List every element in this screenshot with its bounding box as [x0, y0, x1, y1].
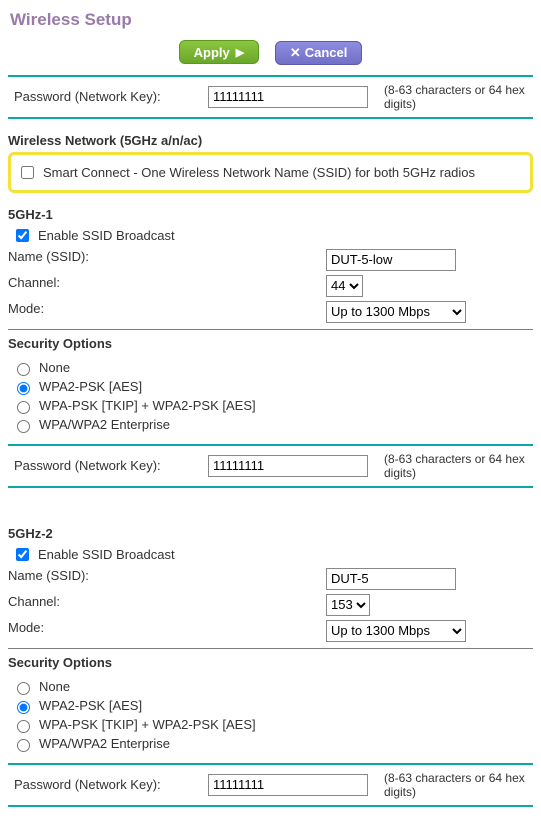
divider [8, 444, 533, 446]
smart-connect-label: Smart Connect - One Wireless Network Nam… [43, 165, 475, 180]
top-password-label: Password (Network Key): [8, 89, 208, 104]
divider [8, 117, 533, 119]
radio2-ssid-label: Name (SSID): [8, 568, 326, 590]
radio2-sec-none[interactable] [17, 682, 30, 695]
cancel-button[interactable]: ✕ Cancel [275, 41, 363, 65]
radio1-password-label: Password (Network Key): [8, 458, 208, 473]
radio2-heading: 5GHz-2 [8, 526, 533, 541]
radio1-sec-wpa2psk[interactable] [17, 382, 30, 395]
apply-button[interactable]: Apply ▶ [179, 40, 260, 64]
radio1-password-hint: (8-63 characters or 64 hex digits) [384, 452, 528, 480]
radio1-sec-mixed[interactable] [17, 401, 30, 414]
smart-connect-highlight: Smart Connect - One Wireless Network Nam… [8, 152, 533, 193]
divider [8, 329, 533, 330]
radio2-enable-ssid-label: Enable SSID Broadcast [38, 547, 175, 562]
top-password-input[interactable] [208, 86, 368, 108]
radio1-password-row: Password (Network Key): (8-63 characters… [8, 452, 533, 480]
radio1-sec-enterprise[interactable] [17, 420, 30, 433]
radio2-mode-select[interactable]: Up to 1300 Mbps [326, 620, 466, 642]
radio2-password-hint: (8-63 characters or 64 hex digits) [384, 771, 528, 799]
radio2-mode-label: Mode: [8, 620, 326, 642]
radio1-channel-label: Channel: [8, 275, 326, 297]
radio1-sec-enterprise-label: WPA/WPA2 Enterprise [39, 417, 170, 432]
radio2-sec-wpa2psk[interactable] [17, 701, 30, 714]
radio2-sec-none-label: None [39, 679, 70, 694]
top-password-hint: (8-63 characters or 64 hex digits) [384, 83, 528, 111]
divider [8, 763, 533, 765]
radio1-sec-wpa2psk-label: WPA2-PSK [AES] [39, 379, 142, 394]
wireless-network-title: Wireless Network (5GHz a/n/ac) [8, 133, 533, 148]
radio2-channel-select[interactable]: 153 [326, 594, 370, 616]
divider [8, 648, 533, 649]
smart-connect-checkbox[interactable] [21, 166, 34, 179]
radio1-mode-label: Mode: [8, 301, 326, 323]
radio2-sec-wpa2psk-label: WPA2-PSK [AES] [39, 698, 142, 713]
radio1-sec-none[interactable] [17, 363, 30, 376]
divider [8, 486, 533, 488]
radio1-heading: 5GHz-1 [8, 207, 533, 222]
radio1-enable-ssid-label: Enable SSID Broadcast [38, 228, 175, 243]
page-title: Wireless Setup [10, 10, 533, 30]
radio2-sec-mixed[interactable] [17, 720, 30, 733]
radio2-security-options: None WPA2-PSK [AES] WPA-PSK [TKIP] + WPA… [8, 674, 533, 757]
radio1-enable-ssid-checkbox[interactable] [16, 229, 29, 242]
divider [8, 75, 533, 77]
radio2-sec-enterprise[interactable] [17, 739, 30, 752]
radio1-channel-select[interactable]: 44 [326, 275, 363, 297]
radio2-channel-label: Channel: [8, 594, 326, 616]
play-icon: ▶ [236, 46, 244, 59]
radio1-sec-mixed-label: WPA-PSK [TKIP] + WPA2-PSK [AES] [39, 398, 256, 413]
radio2-security-title: Security Options [8, 655, 533, 670]
radio2-password-input[interactable] [208, 774, 368, 796]
radio2-sec-mixed-label: WPA-PSK [TKIP] + WPA2-PSK [AES] [39, 717, 256, 732]
radio2-enable-ssid-checkbox[interactable] [16, 548, 29, 561]
radio1-ssid-input[interactable] [326, 249, 456, 271]
apply-button-label: Apply [194, 45, 230, 60]
radio1-security-options: None WPA2-PSK [AES] WPA-PSK [TKIP] + WPA… [8, 355, 533, 438]
button-row: Apply ▶ ✕ Cancel [8, 40, 533, 65]
divider [8, 805, 533, 807]
radio2-password-row: Password (Network Key): (8-63 characters… [8, 771, 533, 799]
radio1-password-input[interactable] [208, 455, 368, 477]
cancel-button-label: Cancel [305, 45, 348, 60]
radio1-mode-select[interactable]: Up to 1300 Mbps [326, 301, 466, 323]
radio1-sec-none-label: None [39, 360, 70, 375]
close-icon: ✕ [290, 45, 301, 61]
radio1-ssid-label: Name (SSID): [8, 249, 326, 271]
radio1-security-title: Security Options [8, 336, 533, 351]
radio2-ssid-input[interactable] [326, 568, 456, 590]
top-password-row: Password (Network Key): (8-63 characters… [8, 83, 533, 111]
radio2-password-label: Password (Network Key): [8, 777, 208, 792]
